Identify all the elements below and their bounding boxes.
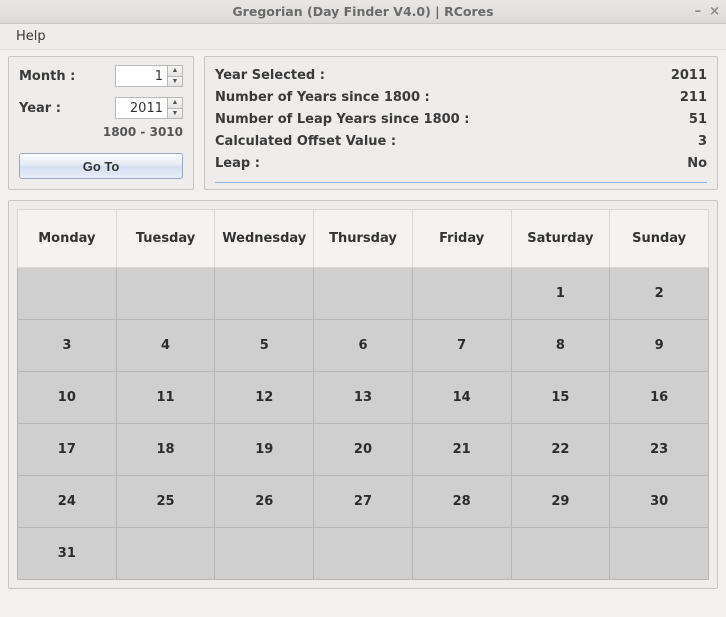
calendar-row: 10111213141516 xyxy=(18,372,709,424)
window-controls: – × xyxy=(695,0,720,23)
year-input[interactable] xyxy=(115,97,167,119)
calendar-cell[interactable]: 12 xyxy=(215,372,314,424)
year-label: Year : xyxy=(19,101,61,116)
years-since-label: Number of Years since 1800 : xyxy=(215,87,430,109)
calendar-cell[interactable]: 28 xyxy=(412,476,511,528)
calendar-cell[interactable]: 1 xyxy=(511,268,610,320)
calendar-cell[interactable]: 24 xyxy=(18,476,117,528)
calendar-cell xyxy=(116,528,215,580)
calendar-cell[interactable]: 20 xyxy=(314,424,413,476)
year-up-button[interactable]: ▲ xyxy=(167,97,183,108)
calendar-header: Friday xyxy=(412,210,511,268)
month-up-button[interactable]: ▲ xyxy=(167,65,183,76)
calendar-panel: MondayTuesdayWednesdayThursdayFridaySatu… xyxy=(8,200,718,589)
window-title: Gregorian (Day Finder V4.0) | RCores xyxy=(232,4,493,19)
month-spinner[interactable]: ▲ ▼ xyxy=(115,65,183,87)
calendar-header: Saturday xyxy=(511,210,610,268)
leap-value: No xyxy=(687,153,707,175)
goto-button[interactable]: Go To xyxy=(19,153,183,179)
info-panel: Year Selected : 2011 Number of Years sin… xyxy=(204,56,718,190)
close-button[interactable]: × xyxy=(709,5,720,18)
year-selected-value: 2011 xyxy=(671,65,707,87)
calendar-cell[interactable]: 29 xyxy=(511,476,610,528)
calendar-row: 31 xyxy=(18,528,709,580)
calendar-cell xyxy=(511,528,610,580)
calendar-row: 12 xyxy=(18,268,709,320)
menu-help[interactable]: Help xyxy=(8,26,54,47)
calendar-cell[interactable]: 8 xyxy=(511,320,610,372)
calendar-cell xyxy=(610,528,709,580)
calendar-cell[interactable]: 21 xyxy=(412,424,511,476)
calendar-cell xyxy=(412,268,511,320)
calendar-header: Monday xyxy=(18,210,117,268)
calendar-cell[interactable]: 13 xyxy=(314,372,413,424)
calendar-cell xyxy=(116,268,215,320)
offset-value: 3 xyxy=(698,131,707,153)
years-since-value: 211 xyxy=(680,87,707,109)
calendar-cell xyxy=(18,268,117,320)
calendar-cell[interactable]: 30 xyxy=(610,476,709,528)
year-down-button[interactable]: ▼ xyxy=(167,108,183,120)
calendar-cell[interactable]: 14 xyxy=(412,372,511,424)
calendar-cell[interactable]: 16 xyxy=(610,372,709,424)
calendar-cell[interactable]: 6 xyxy=(314,320,413,372)
calendar-table: MondayTuesdayWednesdayThursdayFridaySatu… xyxy=(17,209,709,580)
titlebar: Gregorian (Day Finder V4.0) | RCores – × xyxy=(0,0,726,24)
calendar-cell[interactable]: 3 xyxy=(18,320,117,372)
year-range-hint: 1800 - 3010 xyxy=(19,125,183,139)
calendar-cell[interactable]: 10 xyxy=(18,372,117,424)
calendar-cell[interactable]: 22 xyxy=(511,424,610,476)
calendar-header: Wednesday xyxy=(215,210,314,268)
year-selected-label: Year Selected : xyxy=(215,65,325,87)
calendar-cell xyxy=(215,528,314,580)
calendar-cell[interactable]: 4 xyxy=(116,320,215,372)
calendar-cell xyxy=(412,528,511,580)
calendar-cell[interactable]: 5 xyxy=(215,320,314,372)
year-spinner[interactable]: ▲ ▼ xyxy=(115,97,183,119)
calendar-row: 3456789 xyxy=(18,320,709,372)
calendar-header: Sunday xyxy=(610,210,709,268)
calendar-header: Thursday xyxy=(314,210,413,268)
month-down-button[interactable]: ▼ xyxy=(167,76,183,88)
leap-years-label: Number of Leap Years since 1800 : xyxy=(215,109,469,131)
calendar-cell[interactable]: 7 xyxy=(412,320,511,372)
month-input[interactable] xyxy=(115,65,167,87)
calendar-cell[interactable]: 27 xyxy=(314,476,413,528)
calendar-cell xyxy=(314,268,413,320)
calendar-cell[interactable]: 26 xyxy=(215,476,314,528)
menubar: Help xyxy=(0,24,726,50)
input-panel: Month : ▲ ▼ Year : ▲ ▼ xyxy=(8,56,194,190)
minimize-button[interactable]: – xyxy=(695,5,702,18)
calendar-cell xyxy=(314,528,413,580)
info-separator xyxy=(215,182,707,183)
calendar-cell[interactable]: 23 xyxy=(610,424,709,476)
offset-label: Calculated Offset Value : xyxy=(215,131,396,153)
calendar-cell[interactable]: 15 xyxy=(511,372,610,424)
calendar-cell[interactable]: 9 xyxy=(610,320,709,372)
calendar-cell[interactable]: 17 xyxy=(18,424,117,476)
calendar-row: 24252627282930 xyxy=(18,476,709,528)
leap-years-value: 51 xyxy=(689,109,707,131)
month-label: Month : xyxy=(19,69,75,84)
calendar-cell xyxy=(215,268,314,320)
calendar-header: Tuesday xyxy=(116,210,215,268)
leap-label: Leap : xyxy=(215,153,260,175)
calendar-row: 17181920212223 xyxy=(18,424,709,476)
calendar-cell[interactable]: 11 xyxy=(116,372,215,424)
calendar-cell[interactable]: 18 xyxy=(116,424,215,476)
calendar-cell[interactable]: 31 xyxy=(18,528,117,580)
calendar-cell[interactable]: 19 xyxy=(215,424,314,476)
calendar-cell[interactable]: 2 xyxy=(610,268,709,320)
calendar-cell[interactable]: 25 xyxy=(116,476,215,528)
